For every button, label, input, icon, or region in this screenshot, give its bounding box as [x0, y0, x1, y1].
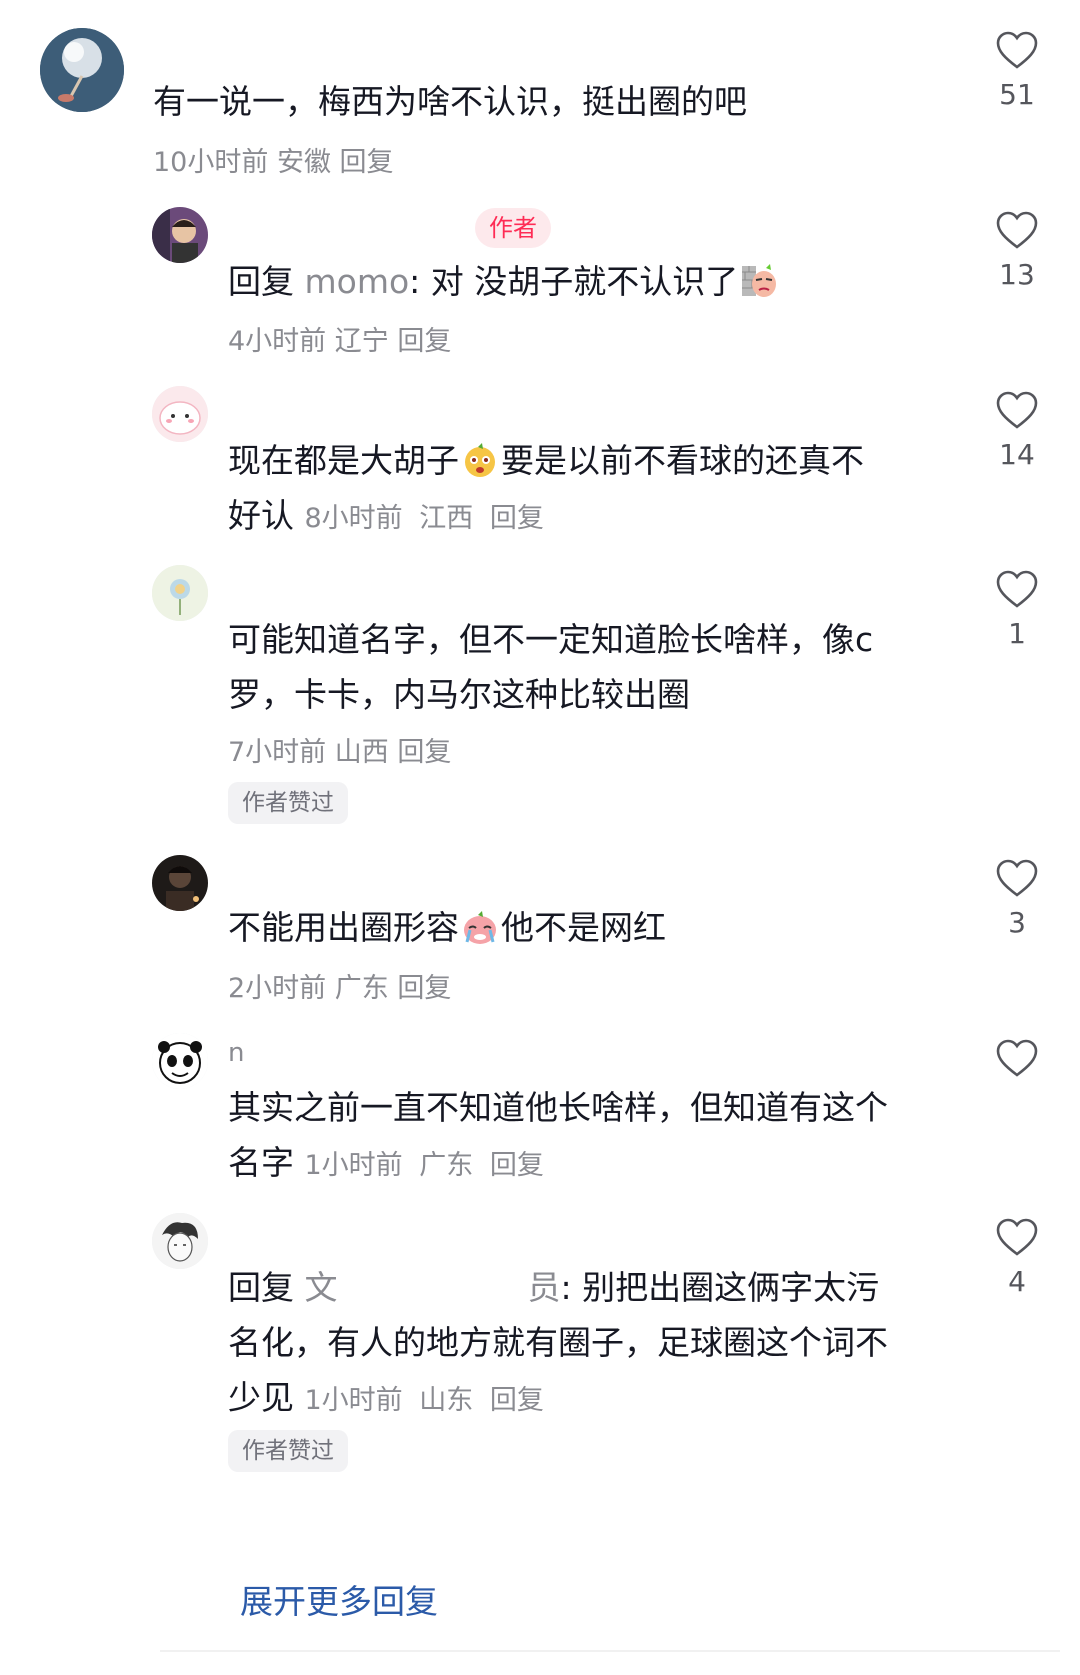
avatar[interactable]: [152, 1033, 208, 1089]
like-count: 3: [1008, 906, 1026, 939]
comment-username[interactable]: n: [228, 1038, 244, 1068]
avatar[interactable]: [152, 207, 208, 263]
avatar-person-image: [152, 207, 208, 263]
like-button[interactable]: 1: [988, 569, 1046, 650]
reply-prefix: 回复: [228, 1268, 294, 1307]
comment-body: 不能用出圈形容: [228, 908, 459, 947]
comment-meta: 7小时前 山西 回复: [228, 730, 451, 769]
comment-meta: 1小时前 广东 回复: [305, 1150, 552, 1181]
heart-icon: [996, 391, 1038, 429]
reply-button[interactable]: 回复: [490, 503, 544, 534]
avatar[interactable]: [40, 28, 124, 112]
heart-icon: [996, 31, 1038, 69]
reply-to-username[interactable]: 文员: [305, 1268, 561, 1307]
comment-body: : 对 没胡子就不认识了: [409, 262, 739, 301]
comment-text: 有一说一，梅西为啥不认识，挺出圈的吧: [153, 82, 747, 121]
comment-body: 现在都是大胡子: [228, 441, 459, 480]
comment-text: 现在都是大胡子 要是以前不看球的还真不好认 8小时前 江西 回复: [228, 433, 888, 546]
comment-text: 不能用出圈形容 他不是网红: [228, 900, 908, 955]
comment-meta: 8小时前 江西 回复: [305, 503, 552, 534]
heart-icon: [996, 211, 1038, 249]
like-count: 1: [1008, 617, 1026, 650]
heart-icon: [996, 1039, 1038, 1077]
reply-prefix: 回复: [228, 262, 294, 301]
like-count: 51: [999, 78, 1035, 111]
comment-location: 山东: [419, 1385, 474, 1416]
heart-icon: [996, 1218, 1038, 1256]
like-count: 4: [1008, 1265, 1026, 1298]
comment-location: 山西: [334, 737, 389, 768]
comment-text: 其实之前一直不知道他长啥样，但知道有这个名字 1小时前 广东 回复: [228, 1080, 888, 1193]
avatar[interactable]: [152, 386, 208, 442]
comment-meta: 10小时前 安徽 回复: [153, 140, 394, 179]
avatar[interactable]: [152, 1213, 208, 1269]
author-liked-chip: 作者赞过: [228, 782, 348, 824]
like-button[interactable]: 4: [988, 1217, 1046, 1298]
avatar-flower-image: [152, 565, 208, 621]
reply-button[interactable]: 回复: [490, 1385, 544, 1416]
comment-time: 2小时前: [228, 973, 327, 1004]
avatar[interactable]: [152, 565, 208, 621]
comment-meta: 2小时前 广东 回复: [228, 966, 451, 1005]
comment-location: 江西: [419, 503, 474, 534]
comment-time: 4小时前: [228, 326, 327, 357]
reply-button[interactable]: 回复: [397, 737, 451, 768]
avatar-panda-image: [152, 1033, 208, 1089]
divider: [160, 1650, 1060, 1652]
avatar[interactable]: [152, 855, 208, 911]
author-liked-chip: 作者赞过: [228, 1430, 348, 1472]
expand-more-replies-button[interactable]: 展开更多回复: [240, 1575, 438, 1623]
comment-time: 1小时前: [304, 1150, 403, 1181]
avatar-dark-photo-image: [152, 855, 208, 911]
like-button[interactable]: 14: [988, 390, 1046, 471]
author-badge: 作者: [475, 208, 551, 248]
comment-text: 回复 文员: 别把出圈这俩字太污名化，有人的地方就有圈子，足球圈这个词不少见 1…: [228, 1260, 888, 1428]
reply-button[interactable]: 回复: [397, 973, 451, 1004]
comment-meta: 4小时前 辽宁 回复: [228, 319, 451, 358]
smirk-wall-emoji: [740, 262, 778, 300]
like-count: 13: [999, 258, 1035, 291]
avatar-sketch-image: [152, 1213, 208, 1269]
comment-meta: 1小时前 山东 回复: [305, 1385, 552, 1416]
like-count: 14: [999, 438, 1035, 471]
like-button[interactable]: [988, 1038, 1046, 1086]
comment-time: 10小时前: [153, 147, 269, 178]
reply-button[interactable]: 回复: [397, 326, 451, 357]
comment-location: 辽宁: [334, 326, 389, 357]
like-button[interactable]: 13: [988, 210, 1046, 291]
shocked-face-emoji: [461, 441, 499, 479]
comment-time: 8小时前: [304, 503, 403, 534]
reply-button[interactable]: 回复: [340, 147, 394, 178]
comment-body-continued: 他不是网红: [501, 908, 666, 947]
comment-text: 可能知道名字，但不一定知道脸长啥样，像c罗，卡卡，内马尔这种比较出圈: [228, 620, 874, 714]
reply-to-username[interactable]: momo: [305, 262, 410, 301]
comment-time: 1小时前: [304, 1385, 403, 1416]
comment-location: 广东: [334, 973, 389, 1004]
avatar-dandelion-image: [40, 28, 124, 112]
like-button[interactable]: 3: [988, 858, 1046, 939]
comment-text: 回复 momo: 对 没胡子就不认识了: [228, 254, 908, 309]
comment-location: 安徽: [276, 147, 331, 178]
like-button[interactable]: 51: [988, 30, 1046, 111]
avatar-cute-character-image: [152, 386, 208, 442]
heart-icon: [996, 570, 1038, 608]
reply-button[interactable]: 回复: [490, 1150, 544, 1181]
comment-time: 7小时前: [228, 737, 327, 768]
crying-face-emoji: [461, 908, 499, 946]
heart-icon: [996, 859, 1038, 897]
comment-location: 广东: [419, 1150, 474, 1181]
